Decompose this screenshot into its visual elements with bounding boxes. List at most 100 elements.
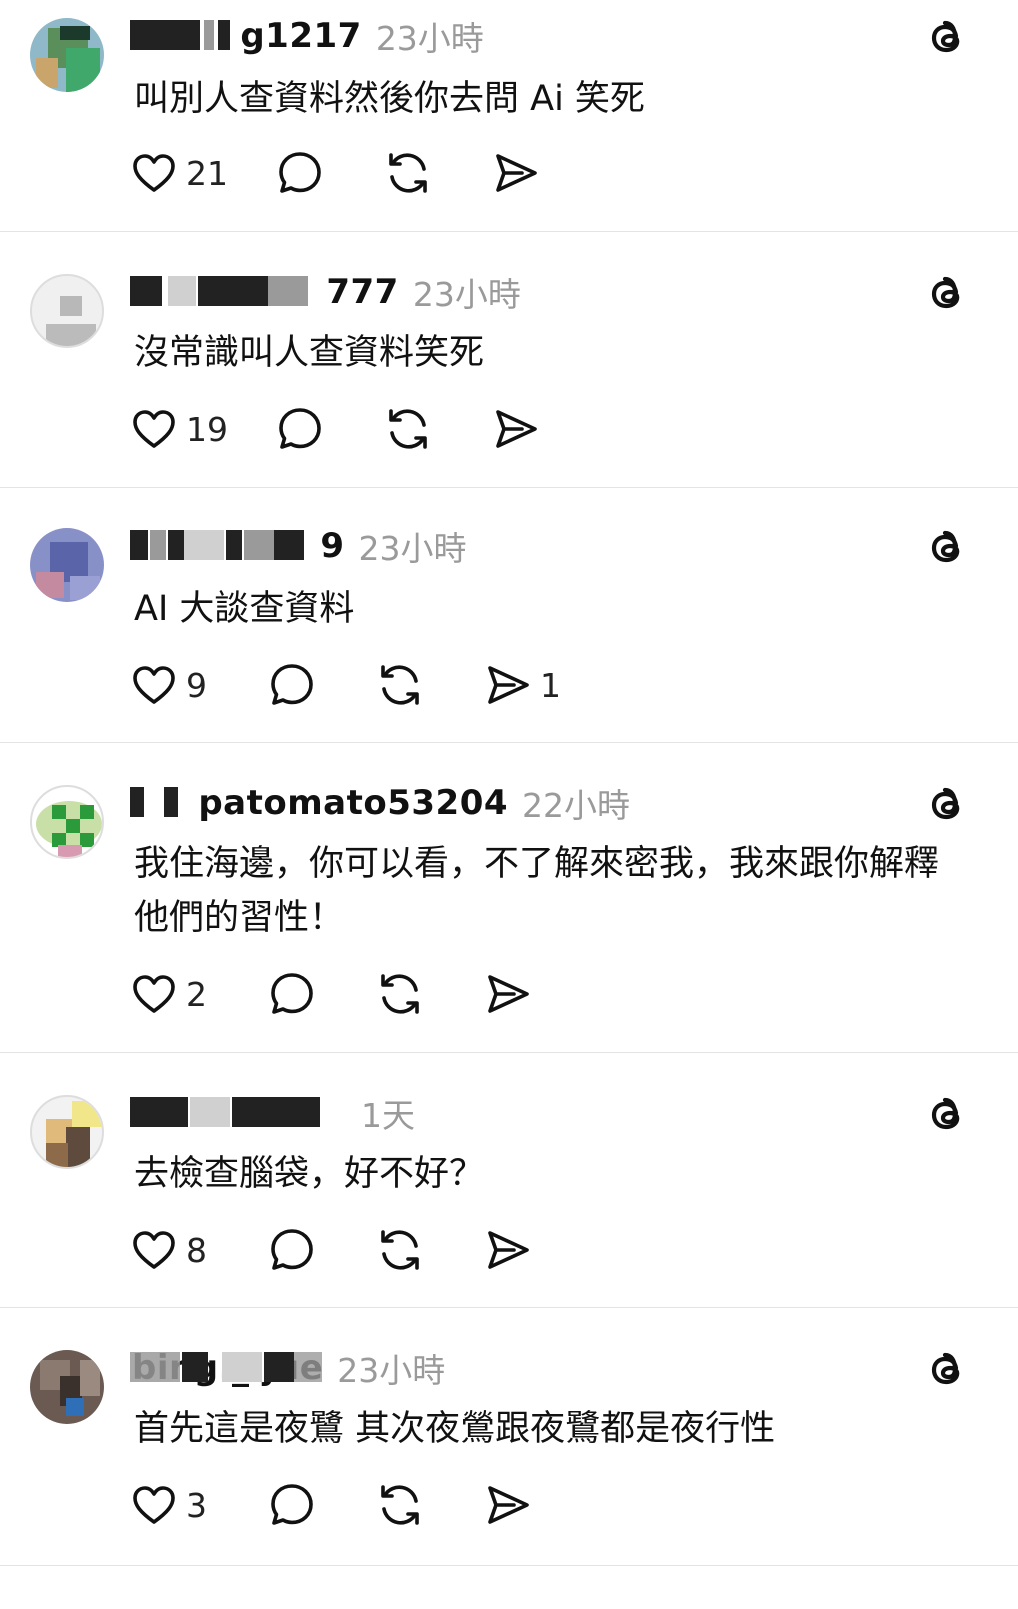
action-bar: 9 1: [130, 660, 584, 710]
reply-button[interactable]: [276, 148, 384, 198]
avatar[interactable]: [30, 1095, 104, 1169]
reply-button[interactable]: [276, 404, 384, 454]
repost-icon: [381, 974, 419, 1014]
username[interactable]: g1217: [130, 16, 362, 56]
timestamp: 23小時: [375, 19, 484, 58]
speech-bubble-icon: [279, 152, 321, 193]
speech-bubble-icon: [279, 408, 321, 449]
post-text: 首先這是夜鷺 其次夜鶯跟夜鷺都是夜行性: [134, 1409, 776, 1449]
repost-button[interactable]: [376, 969, 484, 1019]
timestamp: 23小時: [337, 1351, 446, 1390]
repost-icon: [381, 1485, 419, 1525]
post-header: patomato53204 22小時: [130, 781, 631, 825]
repost-button[interactable]: [376, 1225, 484, 1275]
action-bar: 19: [130, 404, 592, 454]
repost-button[interactable]: [384, 148, 492, 198]
timestamp: 23小時: [412, 275, 521, 314]
like-button[interactable]: 3: [130, 1480, 268, 1530]
reply-button[interactable]: [268, 1225, 376, 1275]
reply-post: 777 23小時 沒常識叫人查資料笑死 19: [0, 232, 1018, 488]
speech-bubble-icon: [271, 664, 313, 705]
reply-button[interactable]: [268, 969, 376, 1019]
repost-button[interactable]: [376, 1480, 484, 1530]
send-icon: [488, 666, 529, 704]
threads-logo-icon[interactable]: [922, 1091, 970, 1139]
like-button[interactable]: 19: [130, 404, 276, 454]
avatar[interactable]: [30, 1350, 104, 1424]
reply-button[interactable]: [268, 1480, 376, 1530]
heart-icon: [133, 1231, 175, 1269]
avatar[interactable]: [30, 528, 104, 602]
send-button[interactable]: [492, 148, 592, 198]
send-icon: [488, 975, 529, 1013]
repost-icon: [381, 1230, 419, 1270]
speech-bubble-icon: [271, 973, 313, 1014]
speech-bubble-icon: [271, 1229, 313, 1270]
heart-icon: [133, 1486, 175, 1524]
action-bar: 21: [130, 148, 592, 198]
post-header: 777 23小時: [130, 270, 521, 314]
heart-icon: [133, 410, 175, 448]
post-text: AI 大談查資料: [134, 589, 355, 629]
reply-post: mt 1天 去檢查腦袋，好不好？ 8: [0, 1053, 1018, 1308]
timestamp: 23小時: [358, 529, 467, 568]
threads-logo-icon[interactable]: [922, 14, 970, 62]
timestamp: 22小時: [522, 786, 631, 825]
post-text: 沒常識叫人查資料笑死: [134, 333, 485, 373]
send-button[interactable]: 1: [484, 660, 584, 710]
avatar[interactable]: [30, 274, 104, 348]
repost-icon: [381, 665, 419, 705]
like-button[interactable]: 21: [130, 148, 276, 198]
post-header: bing._.jue 23小時: [130, 1346, 446, 1390]
send-button[interactable]: [484, 969, 584, 1019]
send-button[interactable]: [484, 1225, 584, 1275]
like-count: 19: [186, 409, 228, 449]
share-count: 1: [540, 665, 561, 705]
repost-icon: [389, 153, 427, 193]
avatar[interactable]: [30, 785, 104, 859]
post-text: 去檢查腦袋，好不好？: [134, 1154, 485, 1194]
like-count: 8: [186, 1230, 207, 1270]
username[interactable]: mt: [130, 1093, 347, 1133]
repost-button[interactable]: [376, 660, 484, 710]
threads-logo-icon[interactable]: [922, 1346, 970, 1394]
action-bar: 2: [130, 969, 584, 1019]
reply-post: patomato53204 22小時 我住海邊，你可以看，不了解來密我，我來跟你…: [0, 743, 1018, 1053]
like-count: 2: [186, 974, 207, 1014]
like-count: 21: [186, 153, 228, 193]
send-button[interactable]: [484, 1480, 584, 1530]
username[interactable]: bing._.jue: [130, 1348, 323, 1388]
like-button[interactable]: 9: [130, 660, 268, 710]
threads-logo-icon[interactable]: [922, 524, 970, 572]
speech-bubble-icon: [271, 1484, 313, 1525]
heart-icon: [133, 975, 175, 1013]
send-icon: [488, 1486, 529, 1524]
send-icon: [488, 1231, 529, 1269]
reply-post: 9 23小時 AI 大談查資料 9 1: [0, 488, 1018, 743]
threads-logo-icon[interactable]: [922, 781, 970, 829]
like-count: 9: [186, 665, 207, 705]
reply-feed: g1217 23小時 叫別人查資料然後你去問 Ai 笑死 21 777 23小時…: [0, 0, 1018, 1566]
post-header: 9 23小時: [130, 524, 467, 568]
username[interactable]: 9: [130, 526, 345, 566]
like-count: 3: [186, 1485, 207, 1525]
like-button[interactable]: 8: [130, 1225, 268, 1275]
post-header: mt 1天: [130, 1091, 416, 1135]
post-header: g1217 23小時: [130, 14, 484, 58]
reply-post: g1217 23小時 叫別人查資料然後你去問 Ai 笑死 21: [0, 0, 1018, 232]
send-icon: [496, 410, 537, 448]
post-text: 叫別人查資料然後你去問 Ai 笑死: [134, 79, 645, 119]
avatar[interactable]: [30, 18, 104, 92]
reply-button[interactable]: [268, 660, 376, 710]
username[interactable]: patomato53204: [130, 783, 508, 823]
post-text: 我住海邊，你可以看，不了解來密我，我來跟你解釋他們的習性！: [134, 844, 940, 938]
like-button[interactable]: 2: [130, 969, 268, 1019]
timestamp: 1天: [361, 1096, 416, 1135]
send-icon: [496, 154, 537, 192]
username[interactable]: 777: [130, 272, 399, 312]
reply-post: bing._.jue 23小時 首先這是夜鷺 其次夜鶯跟夜鷺都是夜行性 3: [0, 1308, 1018, 1566]
heart-icon: [133, 154, 175, 192]
send-button[interactable]: [492, 404, 592, 454]
repost-button[interactable]: [384, 404, 492, 454]
threads-logo-icon[interactable]: [922, 270, 970, 318]
